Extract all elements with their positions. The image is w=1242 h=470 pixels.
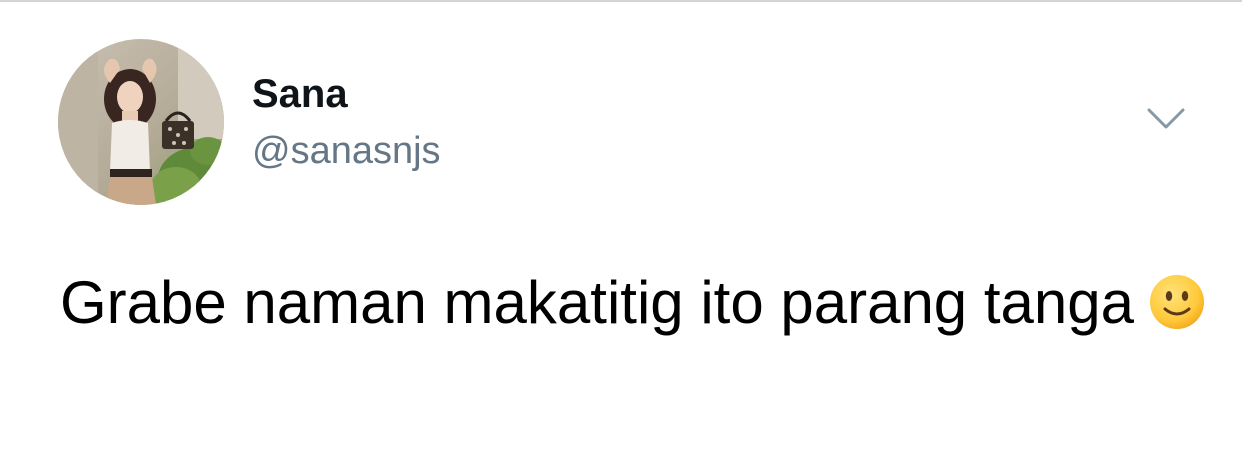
user-handle[interactable]: @sanasnjs bbox=[252, 128, 441, 174]
profile-photo-icon bbox=[58, 39, 224, 205]
slightly-smiling-face-icon bbox=[1148, 266, 1206, 329]
tweet-body: Grabe naman makatitig ito parang tanga bbox=[60, 269, 1134, 336]
chevron-down-icon[interactable] bbox=[1146, 106, 1186, 132]
display-name[interactable]: Sana bbox=[252, 70, 348, 118]
tweet-card: Sana @sanasnjs Grabe naman makatitig ito… bbox=[0, 0, 1242, 470]
tweet-text: Grabe naman makatitig ito parang tanga bbox=[60, 258, 1210, 348]
avatar[interactable] bbox=[58, 39, 224, 205]
